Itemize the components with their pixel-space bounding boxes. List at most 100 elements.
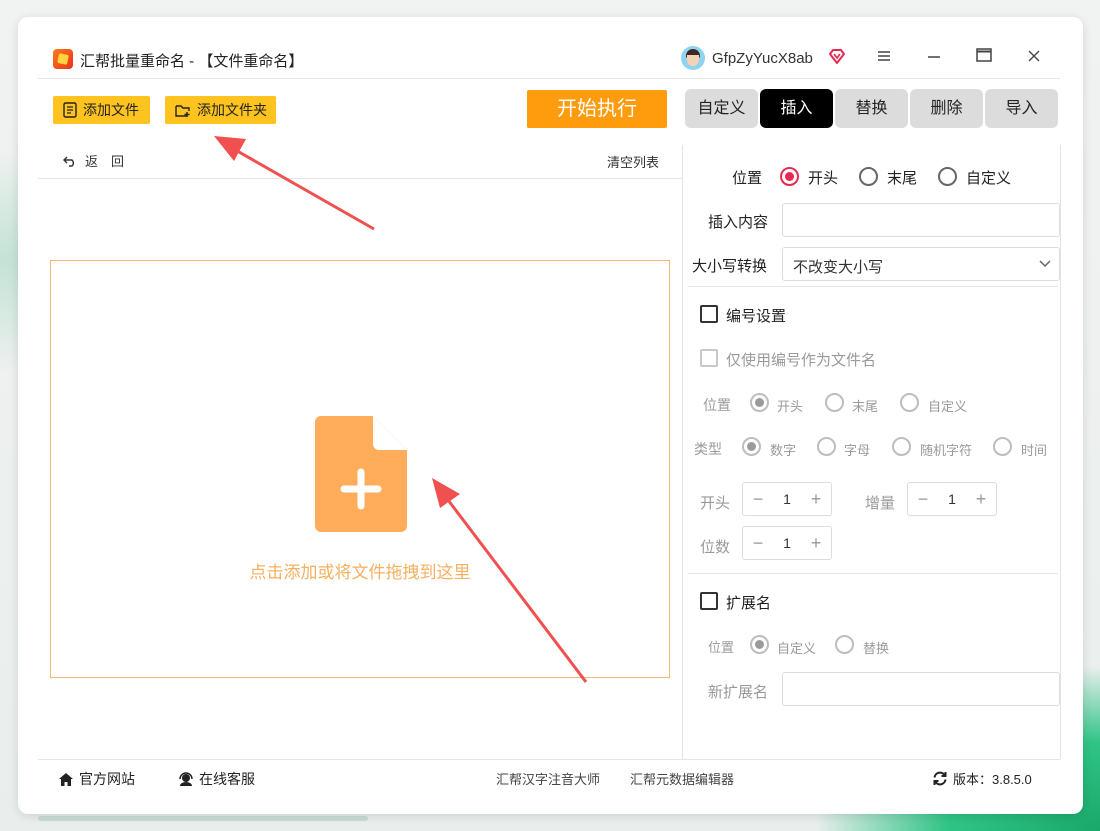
menu-icon[interactable] (873, 47, 895, 69)
plus-icon[interactable]: + (974, 489, 988, 510)
support-link[interactable]: 在线客服 (178, 769, 255, 789)
support-label: 在线客服 (199, 771, 255, 787)
user-avatar[interactable] (681, 46, 705, 70)
type-letter-label[interactable]: 字母 (844, 440, 870, 459)
increment-label: 增量 (865, 495, 896, 512)
insert-position-end-label[interactable]: 末尾 (887, 167, 917, 188)
vip-diamond-icon[interactable] (828, 49, 846, 65)
minus-icon[interactable]: − (751, 533, 765, 554)
app-title: 汇帮批量重命名 - 【文件重命名】 (80, 53, 304, 70)
extension-title[interactable]: 扩展名 (726, 592, 771, 613)
digits-label: 位数 (700, 539, 731, 556)
minus-icon[interactable]: − (751, 489, 765, 510)
metadata-editor-link[interactable]: 汇帮元数据编辑器 (630, 769, 734, 788)
numbering-checkbox[interactable] (700, 305, 718, 323)
type-number-label[interactable]: 数字 (770, 440, 796, 459)
insert-position-start-label[interactable]: 开头 (808, 167, 838, 188)
maximize-icon[interactable] (973, 47, 995, 69)
extension-custom-label[interactable]: 自定义 (777, 638, 816, 657)
extension-custom-radio[interactable] (750, 635, 769, 654)
numbering-position-end-radio[interactable] (825, 393, 844, 412)
back-button[interactable]: 返 回 (63, 151, 124, 170)
case-select[interactable]: 不改变大小写 (782, 247, 1060, 281)
footer-divider (38, 759, 1060, 760)
close-icon[interactable] (1023, 47, 1045, 69)
numbering-position-start-label[interactable]: 开头 (777, 396, 803, 415)
numbering-position-start-radio[interactable] (750, 393, 769, 412)
digits-value[interactable]: 1 (783, 535, 791, 551)
insert-position-end-radio[interactable] (859, 167, 878, 186)
minus-icon[interactable]: − (916, 489, 930, 510)
type-random-label[interactable]: 随机字符 (920, 440, 972, 459)
type-random-radio[interactable] (892, 437, 911, 456)
plus-icon[interactable]: + (809, 533, 823, 554)
clear-list-button[interactable]: 清空列表 (607, 152, 659, 171)
add-file-large-icon (315, 416, 407, 532)
app-logo-icon (53, 49, 73, 69)
case-select-value: 不改变大小写 (793, 259, 884, 276)
panel-divider (682, 145, 683, 759)
type-letter-radio[interactable] (817, 437, 836, 456)
chevron-down-icon (1039, 260, 1051, 268)
version-label: 版本：3.8.5.0 (953, 772, 1032, 787)
start-label: 开头 (700, 495, 731, 512)
insert-position-custom-radio[interactable] (938, 167, 957, 186)
add-folder-button[interactable]: 添加文件夹 (165, 96, 276, 124)
tab-delete[interactable]: 删除 (910, 89, 983, 128)
pinyin-master-link[interactable]: 汇帮汉字注音大师 (496, 769, 600, 788)
minimize-icon[interactable] (923, 47, 945, 69)
tab-replace[interactable]: 替换 (835, 89, 908, 128)
background-scrollbar (38, 816, 368, 821)
new-extension-input[interactable] (782, 672, 1060, 706)
numbering-position-label: 位置 (703, 397, 731, 413)
panel-right-border (1060, 145, 1061, 759)
tab-custom[interactable]: 自定义 (685, 89, 758, 128)
username[interactable]: GfpZyYucX8ab (712, 50, 813, 67)
numbering-position-end-label[interactable]: 末尾 (852, 396, 878, 415)
website-link[interactable]: 官方网站 (58, 769, 135, 789)
website-label: 官方网站 (79, 771, 135, 787)
version-info[interactable]: 版本：3.8.5.0 (932, 769, 1032, 788)
digits-stepper[interactable]: − 1 + (742, 526, 832, 560)
start-button[interactable]: 开始执行 (527, 90, 667, 128)
title-bar: 汇帮批量重命名 - 【文件重命名】 GfpZyYucX8ab (18, 17, 1083, 79)
tab-insert[interactable]: 插入 (760, 89, 833, 128)
numbering-divider (688, 573, 1058, 574)
app-window: 汇帮批量重命名 - 【文件重命名】 GfpZyYucX8ab 添加文件 添加文件… (18, 17, 1083, 814)
headset-icon (179, 771, 193, 786)
numbering-type-label: 类型 (694, 441, 722, 457)
increment-value[interactable]: 1 (948, 491, 956, 507)
insert-position-start-radio[interactable] (780, 167, 799, 186)
list-header-divider (38, 178, 682, 179)
add-file-button[interactable]: 添加文件 (53, 96, 150, 124)
drop-hint: 点击添加或将文件拖拽到这里 (249, 563, 471, 582)
operation-tabs: 自定义 插入 替换 删除 导入 (685, 89, 1058, 128)
plus-icon[interactable]: + (809, 489, 823, 510)
file-drop-zone[interactable]: 点击添加或将文件拖拽到这里 (50, 260, 670, 678)
extension-replace-label[interactable]: 替换 (863, 638, 889, 657)
insert-divider (688, 286, 1058, 287)
extension-replace-radio[interactable] (835, 635, 854, 654)
only-number-checkbox[interactable] (700, 349, 718, 367)
only-number-label[interactable]: 仅使用编号作为文件名 (726, 349, 876, 370)
numbering-title[interactable]: 编号设置 (726, 305, 786, 326)
extension-checkbox[interactable] (700, 592, 718, 610)
start-stepper[interactable]: − 1 + (742, 482, 832, 516)
numbering-position-custom-label[interactable]: 自定义 (928, 396, 967, 415)
add-file-label: 添加文件 (83, 102, 139, 118)
increment-stepper[interactable]: − 1 + (907, 482, 997, 516)
insert-position-custom-label[interactable]: 自定义 (966, 167, 1011, 188)
back-arrow-icon (63, 156, 74, 167)
type-number-radio[interactable] (742, 437, 761, 456)
numbering-position-custom-radio[interactable] (900, 393, 919, 412)
back-label: 返 回 (85, 154, 125, 169)
tab-import[interactable]: 导入 (985, 89, 1058, 128)
insert-position-label: 位置 (732, 170, 763, 187)
type-time-label[interactable]: 时间 (1021, 440, 1047, 459)
type-time-radio[interactable] (993, 437, 1012, 456)
new-extension-label: 新扩展名 (708, 684, 769, 701)
refresh-icon (933, 771, 947, 786)
start-value[interactable]: 1 (783, 491, 791, 507)
insert-content-input[interactable] (782, 203, 1060, 237)
title-divider (38, 78, 1060, 79)
